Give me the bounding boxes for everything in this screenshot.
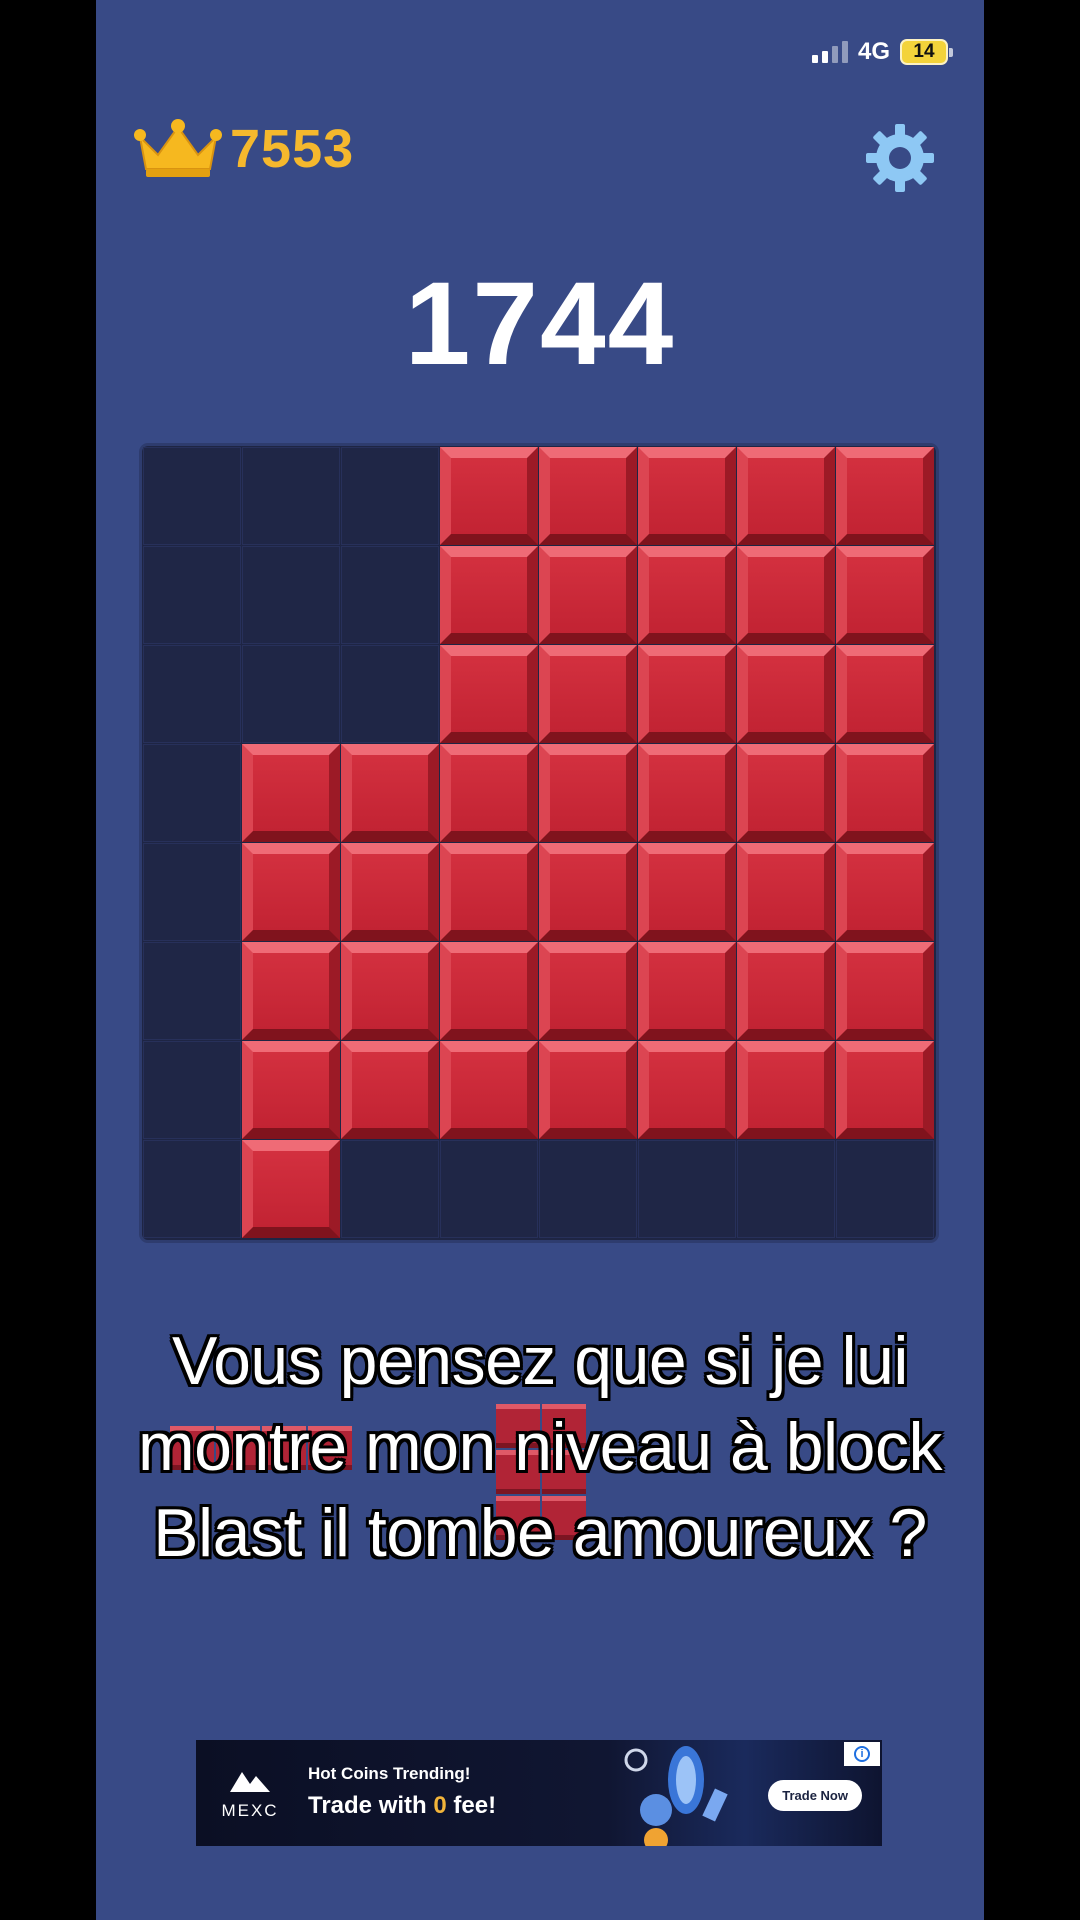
ad-tagline: Trade with 0 fee!	[308, 1792, 496, 1820]
board-cell-filled[interactable]	[341, 744, 439, 842]
ad-info-button[interactable]: i	[844, 1742, 880, 1766]
game-screen: 4G 14 7553 1744 Vous pensez que si je lu…	[96, 0, 984, 1920]
battery-icon: 14	[900, 39, 953, 65]
board-cell-filled[interactable]	[737, 744, 835, 842]
crown-icon	[134, 119, 222, 177]
board-cell-filled[interactable]	[242, 744, 340, 842]
board-cell-filled[interactable]	[539, 843, 637, 941]
board-cell-filled[interactable]	[341, 942, 439, 1040]
best-score-value: 7553	[230, 119, 355, 179]
board-cell-filled[interactable]	[836, 843, 934, 941]
board-cell-filled[interactable]	[341, 843, 439, 941]
board-cell-filled[interactable]	[638, 744, 736, 842]
board-cell-filled[interactable]	[737, 546, 835, 644]
board-cell-filled[interactable]	[836, 447, 934, 545]
board-cell-filled[interactable]	[440, 546, 538, 644]
settings-button[interactable]	[864, 122, 936, 194]
board-cell-filled[interactable]	[836, 942, 934, 1040]
battery-level: 14	[913, 41, 935, 62]
board-cell-empty[interactable]	[143, 546, 241, 644]
ad-headline: Hot Coins Trending!	[308, 1764, 471, 1783]
board-cell-filled[interactable]	[638, 1041, 736, 1139]
ad-banner[interactable]: MEXC Hot Coins Trending! Trade with 0 fe…	[196, 1740, 882, 1846]
board-cell-empty[interactable]	[143, 744, 241, 842]
board-cell-filled[interactable]	[836, 744, 934, 842]
board-cell-filled[interactable]	[737, 942, 835, 1040]
caption-line: Vous pensez que si je lui	[172, 1323, 909, 1399]
board-cell-filled[interactable]	[539, 1041, 637, 1139]
board-cell-filled[interactable]	[836, 645, 934, 743]
mexc-logo: MEXC	[218, 1768, 282, 1821]
board-cell-filled[interactable]	[638, 645, 736, 743]
board-cell-filled[interactable]	[539, 447, 637, 545]
board-cell-empty[interactable]	[242, 447, 340, 545]
board-cell-empty[interactable]	[143, 843, 241, 941]
board-cell-filled[interactable]	[440, 942, 538, 1040]
board-cell-empty[interactable]	[143, 645, 241, 743]
board-cell-empty[interactable]	[341, 447, 439, 545]
board-cell-filled[interactable]	[638, 546, 736, 644]
gear-icon	[866, 124, 934, 192]
board-cell-filled[interactable]	[836, 1041, 934, 1139]
status-bar: 4G 14	[811, 38, 953, 66]
board-cell-empty[interactable]	[440, 1140, 538, 1238]
board-cell-filled[interactable]	[440, 744, 538, 842]
board-cell-empty[interactable]	[242, 645, 340, 743]
board-cell-empty[interactable]	[539, 1140, 637, 1238]
board-cell-filled[interactable]	[440, 843, 538, 941]
board-cell-filled[interactable]	[737, 1041, 835, 1139]
board-cell-empty[interactable]	[143, 942, 241, 1040]
board-cell-empty[interactable]	[143, 1041, 241, 1139]
board-cell-filled[interactable]	[242, 942, 340, 1040]
trade-now-button[interactable]: Trade Now	[768, 1780, 862, 1811]
board-cell-filled[interactable]	[539, 546, 637, 644]
board-cell-filled[interactable]	[242, 1041, 340, 1139]
ad-brand: MEXC	[221, 1801, 279, 1820]
board-cell-filled[interactable]	[737, 843, 835, 941]
caption-line: montre mon niveau à block	[138, 1409, 942, 1485]
board-cell-filled[interactable]	[737, 447, 835, 545]
board-cell-filled[interactable]	[242, 1140, 340, 1238]
board-cell-filled[interactable]	[440, 447, 538, 545]
ad-tagline-suffix: fee!	[446, 1792, 497, 1819]
board-cell-filled[interactable]	[737, 645, 835, 743]
board-cell-filled[interactable]	[242, 843, 340, 941]
board-cell-filled[interactable]	[539, 744, 637, 842]
current-score: 1744	[404, 258, 676, 390]
board-cell-filled[interactable]	[539, 645, 637, 743]
board-cell-filled[interactable]	[638, 447, 736, 545]
board-cell-filled[interactable]	[539, 942, 637, 1040]
game-board[interactable]	[142, 446, 936, 1240]
board-cell-empty[interactable]	[341, 645, 439, 743]
board-cell-filled[interactable]	[638, 942, 736, 1040]
board-cell-empty[interactable]	[341, 546, 439, 644]
board-cell-empty[interactable]	[341, 1140, 439, 1238]
board-cell-empty[interactable]	[836, 1140, 934, 1238]
board-cell-empty[interactable]	[143, 1140, 241, 1238]
info-icon: i	[854, 1746, 870, 1762]
board-cell-filled[interactable]	[836, 546, 934, 644]
board-cell-empty[interactable]	[737, 1140, 835, 1238]
signal-icon	[811, 41, 848, 63]
ad-coin-illustration	[624, 1746, 728, 1846]
ad-tagline-prefix: Trade with	[308, 1792, 434, 1819]
best-score: 7553	[134, 118, 354, 180]
board-cell-filled[interactable]	[638, 843, 736, 941]
network-type: 4G	[857, 38, 890, 65]
mexc-mountain-icon	[230, 1772, 270, 1792]
board-cell-filled[interactable]	[341, 1041, 439, 1139]
board-cell-filled[interactable]	[440, 645, 538, 743]
board-cell-empty[interactable]	[143, 447, 241, 545]
board-cell-empty[interactable]	[638, 1140, 736, 1238]
board-cell-filled[interactable]	[440, 1041, 538, 1139]
ad-tagline-highlight: 0	[433, 1792, 447, 1819]
board-cell-empty[interactable]	[242, 546, 340, 644]
caption-overlay: Vous pensez que si je lui montre mon niv…	[96, 1318, 984, 1576]
caption-line: Blast il tombe amoureux ?	[153, 1495, 927, 1571]
